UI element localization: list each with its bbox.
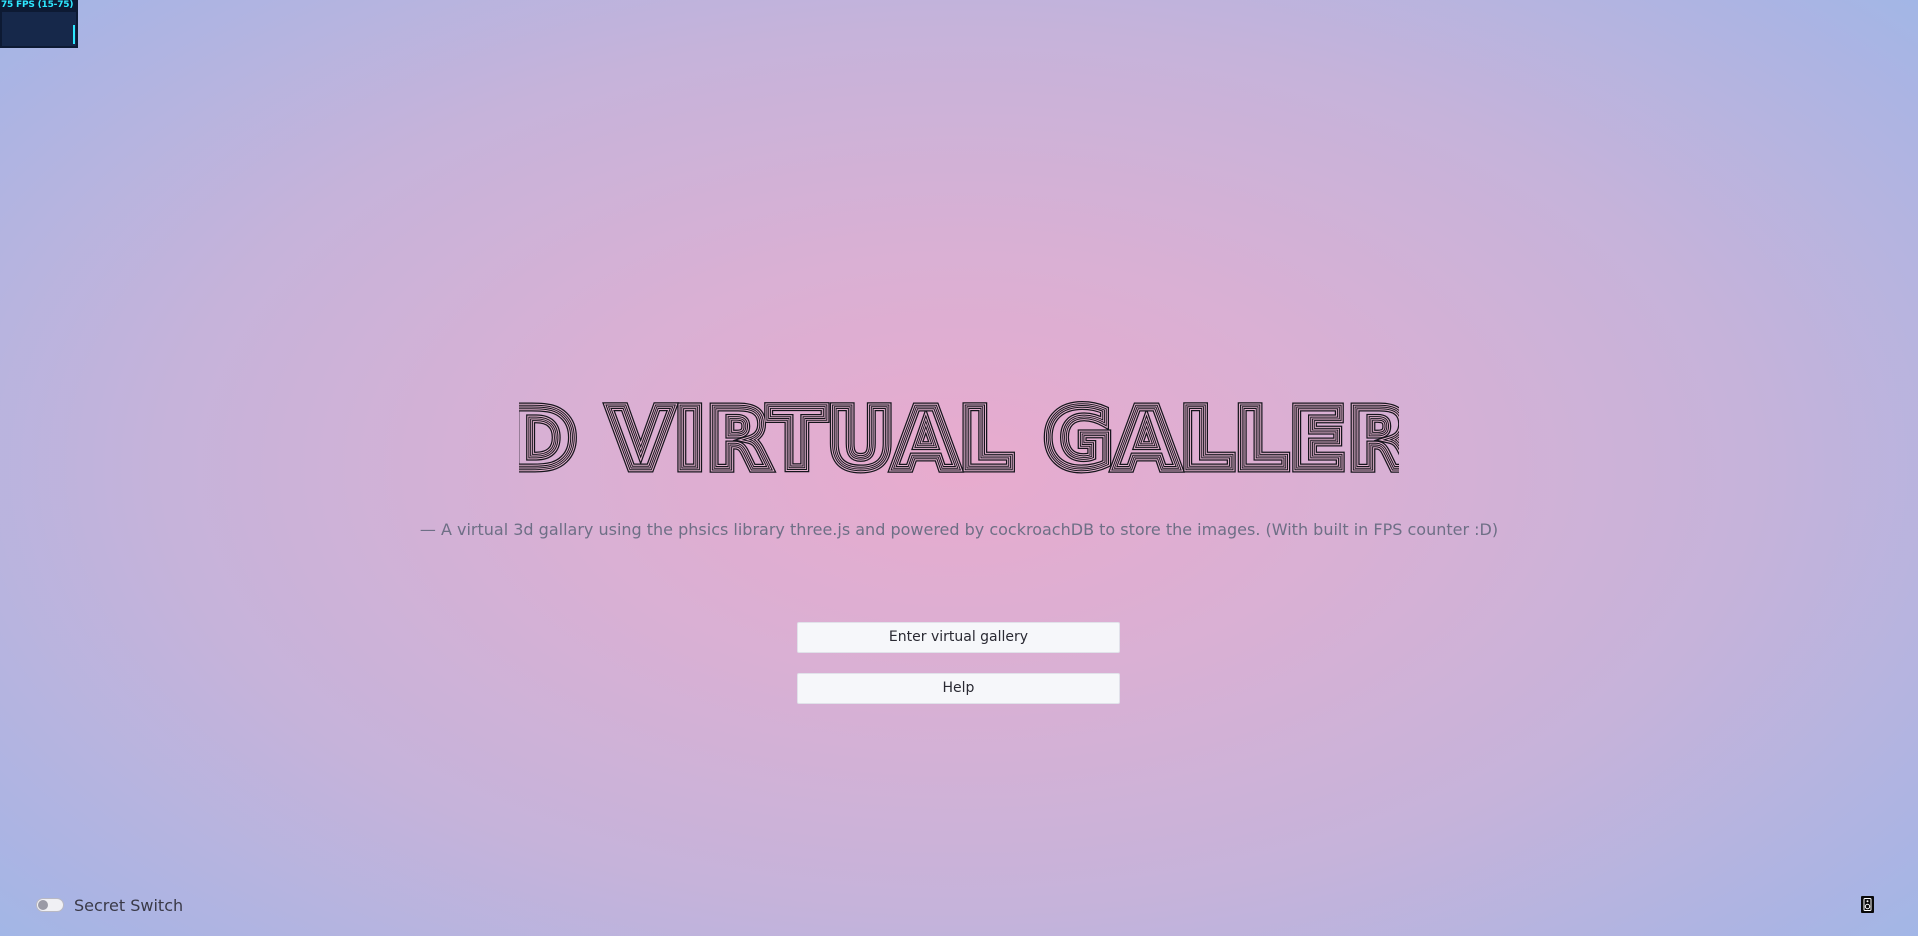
page-title: 3D VIRTUAL GALLERY 3D VIRTUAL GALLERY 3D…: [519, 388, 1399, 484]
page-subtitle: — A virtual 3d gallary using the phsics …: [419, 520, 1499, 539]
speaker-icon-glyph: [1863, 898, 1872, 911]
speaker-icon[interactable]: [1861, 896, 1874, 913]
fps-graph: [2, 12, 76, 46]
fps-readout: 75 FPS (15-75): [1, 0, 74, 10]
help-button[interactable]: Help: [797, 673, 1120, 704]
hero-title-container: 3D VIRTUAL GALLERY 3D VIRTUAL GALLERY 3D…: [0, 388, 1918, 484]
fps-meter: 75 FPS (15-75): [0, 0, 78, 48]
secret-switch-knob: [38, 900, 48, 910]
secret-switch-toggle[interactable]: [36, 898, 64, 912]
fps-graph-bar: [73, 25, 75, 44]
secret-switch-label: Secret Switch: [74, 895, 184, 915]
title-outline-inner: 3D VIRTUAL GALLERY: [519, 390, 1399, 484]
secret-switch[interactable]: Secret Switch: [36, 894, 183, 916]
enter-gallery-button[interactable]: Enter virtual gallery: [797, 622, 1120, 653]
